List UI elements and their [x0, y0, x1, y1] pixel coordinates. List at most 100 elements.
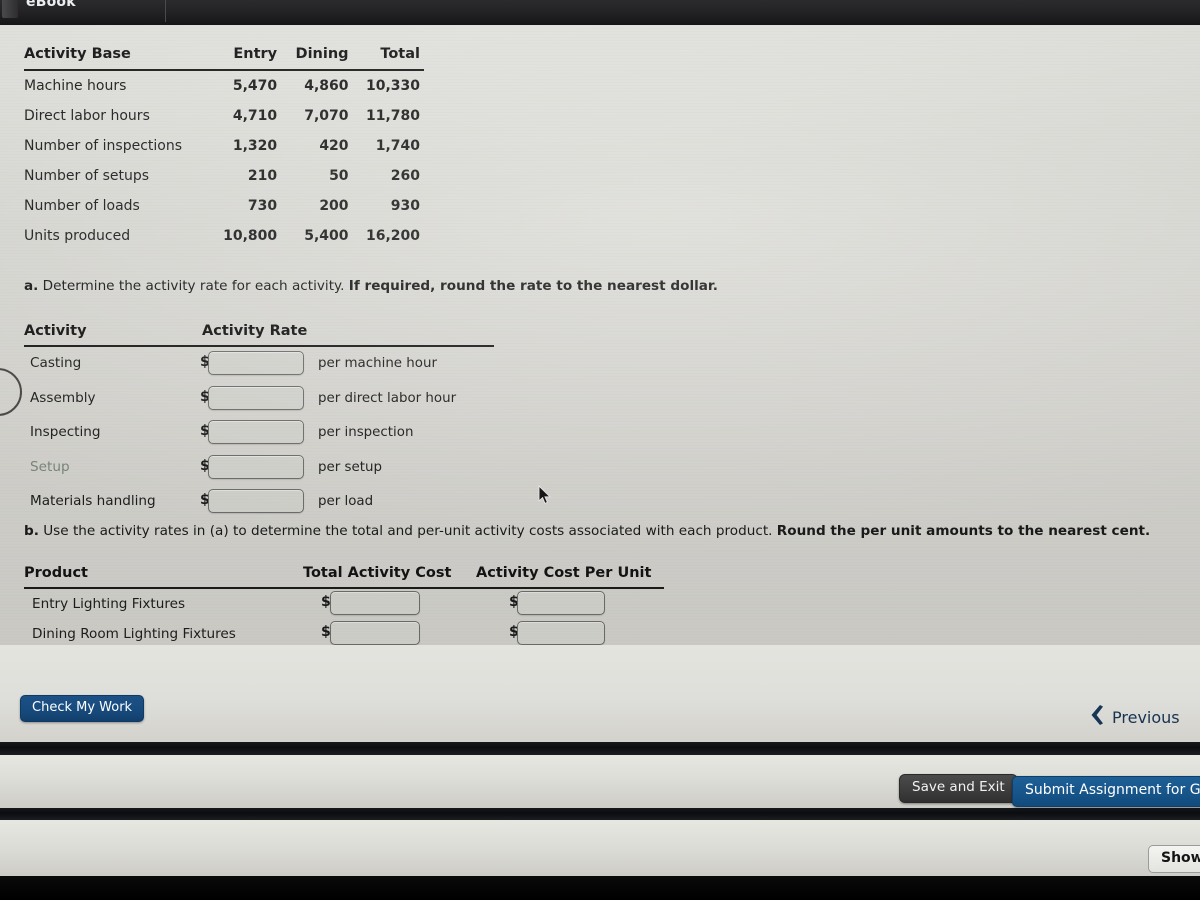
cell-entry: 4,710 — [232, 108, 278, 124]
cell-base: Units produced — [24, 228, 131, 244]
column-header-total: Total — [352, 43, 424, 71]
lower-band-two — [0, 820, 1200, 876]
activity-rate-row-materials-handling: Materials handling $ per load — [24, 485, 494, 520]
part-b-emphasis: Round the per unit amounts to the neares… — [776, 523, 1151, 539]
mouse-cursor-icon — [538, 484, 552, 505]
cell-entry: 10,800 — [223, 228, 278, 244]
activity-rate-row-setup: Setup $ per setup — [24, 451, 494, 486]
cell-entry: 5,470 — [232, 78, 278, 94]
bezel-seam-bottom — [0, 876, 1200, 900]
cell-base: Direct labor hours — [24, 108, 150, 124]
assignment-page: Activity Base Entry Dining Total Machine… — [0, 25, 1200, 662]
activity-rate-input-assembly[interactable] — [208, 385, 304, 410]
part-a-prompt: a. Determine the activity rate for each … — [24, 278, 718, 295]
table-header-row: Activity Base Entry Dining Total — [24, 43, 424, 71]
cell-total: 930 — [390, 198, 420, 214]
total-activity-cost-input-entry[interactable] — [330, 591, 420, 615]
activity-rate-input-setup[interactable] — [208, 454, 304, 479]
activity-label: Inspecting — [30, 424, 101, 440]
activity-rate-unit: per inspection — [318, 425, 414, 440]
activity-rate-row-inspecting: Inspecting $ per inspection — [24, 416, 494, 451]
activity-label: Setup — [30, 458, 70, 475]
table-row: Units produced 10,800 5,400 16,200 — [24, 221, 424, 251]
activity-rate-input-inspecting[interactable] — [208, 420, 304, 444]
activity-rate-row-assembly: Assembly $ per direct labor hour — [24, 382, 494, 417]
activity-rate-input-materials-handling[interactable] — [208, 489, 304, 513]
product-label: Dining Room Lighting Fixtures — [32, 626, 236, 642]
cell-entry: 210 — [247, 168, 278, 184]
submit-assignment-button[interactable]: Submit Assignment for Grad — [1012, 776, 1200, 808]
cell-base: Number of inspections — [24, 138, 182, 154]
activity-cost-per-unit-input-entry[interactable] — [517, 591, 605, 615]
cell-total: 16,200 — [365, 228, 420, 244]
activity-rate-unit: per setup — [318, 459, 382, 475]
activity-rate-header-row: Activity Activity Rate — [24, 323, 494, 347]
column-header-product: Product — [24, 565, 88, 581]
part-a-text: Determine the activity rate for each act… — [42, 278, 345, 294]
cell-entry: 1,320 — [232, 138, 278, 154]
column-header-activity-base: Activity Base — [24, 43, 210, 71]
cell-base: Machine hours — [24, 78, 127, 94]
product-activity-cost-table: Product Total Activity Cost Activity Cos… — [24, 565, 664, 649]
page-edge-arc-decoration — [0, 368, 22, 416]
cell-total: 11,780 — [365, 108, 420, 124]
tab-favicon-icon — [2, 0, 18, 18]
bezel-seam-middle — [0, 808, 1200, 820]
cell-base: Number of setups — [24, 168, 150, 184]
part-b-text: Use the activity rates in (a) to determi… — [43, 523, 773, 539]
part-a-emphasis: If required, round the rate to the neare… — [348, 278, 718, 294]
screenshot-root: eBook Activity Base Entry Dining Total M… — [0, 0, 1200, 900]
column-header-activity-rate: Activity Rate — [202, 323, 308, 339]
chevron-left-icon — [1085, 702, 1105, 732]
activity-label: Materials handling — [30, 493, 156, 509]
activity-base-table: Activity Base Entry Dining Total Machine… — [24, 43, 424, 251]
product-table-header-row: Product Total Activity Cost Activity Cos… — [24, 565, 664, 589]
show-button[interactable]: Show — [1148, 845, 1200, 874]
activity-label: Assembly — [30, 389, 96, 406]
save-and-exit-button[interactable]: Save and Exit — [899, 774, 1018, 803]
browser-tab-label[interactable]: eBook — [26, 0, 76, 10]
column-header-total-activity-cost: Total Activity Cost — [303, 565, 452, 581]
assignment-footer-strip: Check My Work Previous — [0, 645, 1200, 742]
activity-rate-unit: per machine hour — [318, 356, 437, 371]
browser-tab-strip: eBook — [0, 0, 1200, 26]
column-header-activity-cost-per-unit: Activity Cost Per Unit — [476, 565, 652, 581]
cell-dining: 4,860 — [304, 78, 349, 94]
activity-cost-per-unit-input-dining[interactable] — [517, 621, 605, 645]
cell-total: 260 — [390, 168, 420, 184]
bezel-seam-top — [0, 742, 1200, 755]
part-b-prompt: b. Use the activity rates in (a) to dete… — [24, 523, 1150, 540]
table-row: Number of inspections 1,320 420 1,740 — [24, 131, 424, 161]
tab-divider — [165, 0, 166, 22]
cell-base: Number of loads — [24, 198, 140, 214]
part-a-label: a. — [24, 278, 39, 294]
activity-rate-unit: per direct labor hour — [318, 390, 457, 406]
column-header-activity: Activity — [24, 323, 87, 339]
cell-dining: 50 — [329, 168, 349, 184]
part-b-label: b. — [24, 523, 39, 539]
column-header-entry: Entry — [209, 43, 282, 71]
browser-top-bar: eBook — [0, 0, 1200, 26]
table-row: Machine hours 5,470 4,860 10,330 — [24, 70, 424, 101]
cell-dining: 5,400 — [304, 228, 349, 244]
check-my-work-button[interactable]: Check My Work — [20, 695, 145, 723]
column-header-dining: Dining — [281, 43, 353, 71]
previous-button[interactable]: Previous — [1085, 702, 1180, 732]
activity-rate-unit: per load — [318, 494, 374, 509]
cell-total: 1,740 — [375, 138, 420, 154]
cell-dining: 420 — [319, 138, 349, 154]
cell-dining: 7,070 — [304, 108, 349, 124]
product-row-entry-lighting-fixtures: Entry Lighting Fixtures $ $ — [24, 589, 664, 619]
table-row: Number of setups 210 50 260 — [24, 161, 424, 191]
total-activity-cost-input-dining[interactable] — [330, 621, 420, 645]
table-row: Direct labor hours 4,710 7,070 11,780 — [24, 101, 424, 131]
cell-total: 10,330 — [365, 78, 420, 94]
cell-dining: 200 — [319, 198, 349, 214]
previous-button-label: Previous — [1112, 707, 1180, 727]
cell-entry: 730 — [247, 198, 278, 214]
activity-rate-input-casting[interactable] — [208, 351, 304, 375]
product-label: Entry Lighting Fixtures — [32, 596, 186, 612]
activity-rate-table: Activity Activity Rate Casting $ per mac… — [24, 323, 494, 520]
table-row: Number of loads 730 200 930 — [24, 191, 424, 221]
activity-rate-row-casting: Casting $ per machine hour — [24, 347, 494, 382]
